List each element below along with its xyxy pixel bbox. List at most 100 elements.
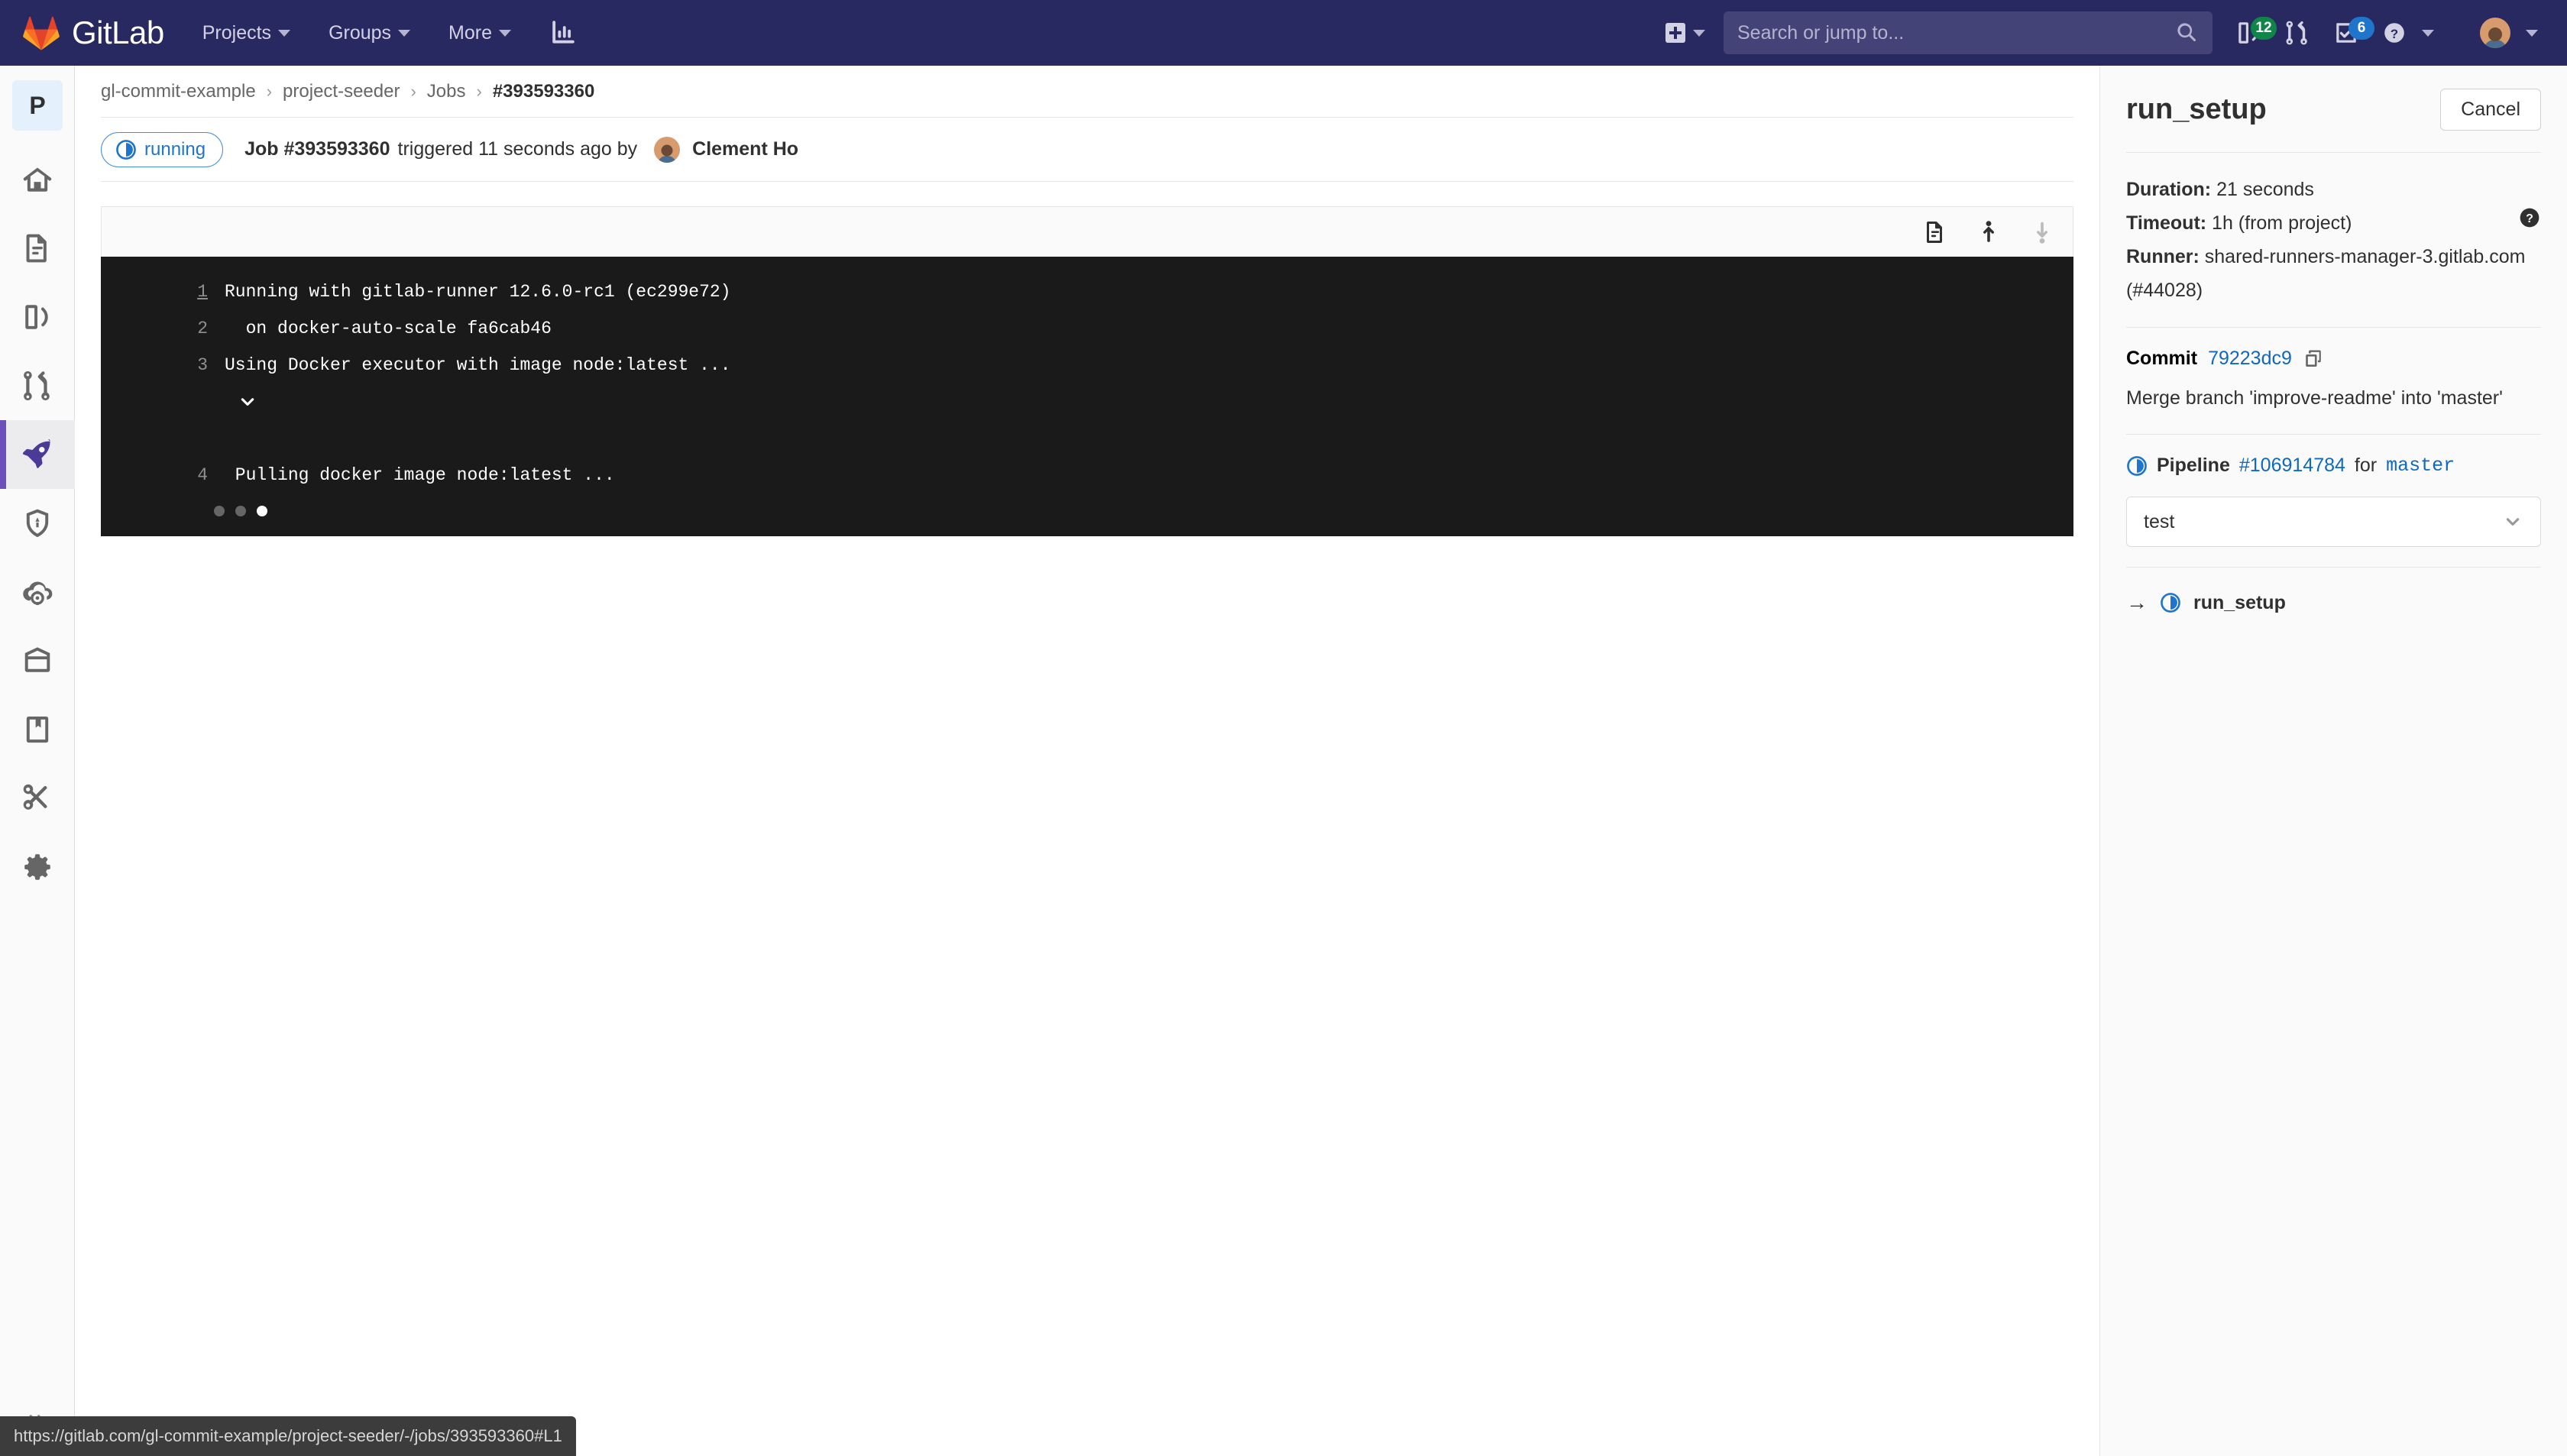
job-log-toolbar [101, 206, 2073, 257]
chevron-down-icon [398, 29, 411, 37]
copy-commit-sha-button[interactable] [2303, 348, 2324, 370]
issues-icon [25, 305, 48, 329]
job-triggered-text: triggered 11 seconds ago by [397, 138, 638, 160]
pipeline-ref-link[interactable]: master [2386, 455, 2455, 477]
breadcrumb-separator: › [266, 81, 273, 101]
timeout-help-button[interactable]: ? [2518, 206, 2541, 240]
log-line: 2 on docker-auto-scale fa6cab46 [101, 310, 2073, 347]
status-badge[interactable]: running [101, 131, 224, 167]
scroll-to-bottom-button[interactable] [2030, 220, 2054, 244]
pipeline-for-text: for [2354, 455, 2378, 476]
gitlab-logo-icon[interactable] [23, 15, 60, 50]
question-circle-icon: ? [2384, 23, 2404, 43]
commit-label: Commit [2126, 348, 2198, 369]
breadcrumb-project[interactable]: project-seeder [283, 81, 400, 102]
merge-request-icon [24, 371, 50, 400]
log-line-number[interactable]: 4 [173, 457, 208, 493]
duration-row: Duration: 21 seconds [2126, 173, 2541, 206]
runner-row: Runner: shared-runners-manager-3.gitlab.… [2126, 240, 2541, 307]
issues-button[interactable]: 12 [2235, 0, 2277, 66]
log-line-text: Pulling docker image node:latest ... [225, 465, 615, 485]
sidebar-item-settings[interactable] [0, 833, 75, 901]
job-sidebar: run_setup Cancel Duration: 21 seconds Ti… [2099, 66, 2567, 1456]
log-loading-indicator [101, 506, 2073, 516]
rocket-icon [22, 439, 50, 468]
log-line-number[interactable]: 3 [173, 347, 208, 383]
help-button[interactable]: ? [2382, 0, 2434, 66]
nav-more-label: More [448, 21, 493, 44]
commit-sha-link[interactable]: 79223dc9 [2208, 348, 2292, 370]
breadcrumb: gl-commit-example › project-seeder › Job… [101, 66, 2073, 118]
document-icon [1927, 221, 1942, 243]
question-circle-filled-icon: ? [2520, 208, 2539, 228]
scroll-to-top-button[interactable] [1976, 220, 2001, 244]
search-input[interactable] [1737, 21, 2176, 44]
sidebar-item-wiki[interactable] [0, 695, 75, 764]
log-line-text: on docker-auto-scale fa6cab46 [225, 319, 552, 338]
sidebar-item-project-overview[interactable] [0, 145, 75, 214]
merge-request-icon [2286, 21, 2307, 45]
log-line-number[interactable]: 1 [173, 273, 208, 310]
nav-projects[interactable]: Projects [202, 0, 291, 66]
pipeline-row: Pipeline #106914784 for master [2126, 455, 2541, 477]
main-content: gl-commit-example › project-seeder › Job… [75, 66, 2099, 1456]
chevron-down-icon [241, 398, 254, 406]
arrow-up-icon [1983, 220, 1994, 242]
stage-job-item-run-setup[interactable]: → run_setup [2126, 568, 2541, 638]
sidebar-item-operations[interactable] [0, 558, 75, 626]
commit-section: Commit 79223dc9 Merge branch 'improve-re… [2126, 328, 2541, 435]
new-item-button[interactable] [1665, 23, 1705, 43]
nav-groups[interactable]: Groups [329, 0, 411, 66]
job-log: 1 Running with gitlab-runner 12.6.0-rc1 … [101, 206, 2073, 536]
project-initial: P [12, 80, 63, 131]
stage-job-name: run_setup [2193, 591, 2286, 613]
sidebar-item-repository[interactable] [0, 214, 75, 283]
sidebar-item-security[interactable] [0, 489, 75, 558]
chevron-down-icon [2422, 29, 2434, 37]
sidebar-project-avatar[interactable]: P [0, 66, 75, 145]
running-icon [116, 139, 136, 160]
sidebar-item-ci-cd[interactable] [0, 420, 75, 489]
job-id-label: Job #393593360 [244, 138, 390, 160]
timeout-value: 1h (from project) [2212, 212, 2352, 234]
pipeline-id-link[interactable]: #106914784 [2239, 455, 2345, 477]
job-name-title: run_setup [2126, 93, 2267, 125]
chevron-down-icon [499, 29, 512, 37]
sidebar-item-issues[interactable] [0, 283, 75, 351]
log-line: 3 Using Docker executor with image node:… [101, 347, 2073, 457]
job-log-terminal: 1 Running with gitlab-runner 12.6.0-rc1 … [101, 257, 2073, 536]
stage-select-value: test [2144, 510, 2175, 532]
search-box[interactable] [1724, 11, 2213, 54]
todos-button[interactable]: 6 [2333, 0, 2374, 66]
book-icon [26, 716, 49, 743]
nav-more[interactable]: More [448, 0, 512, 66]
job-details-section: Duration: 21 seconds Timeout: 1h (from p… [2126, 153, 2541, 328]
issues-count-badge: 12 [2251, 17, 2277, 40]
stage-select[interactable]: test [2126, 497, 2541, 547]
job-sidebar-header: run_setup Cancel [2126, 66, 2541, 153]
shield-icon [26, 509, 49, 538]
merge-requests-button[interactable] [2284, 0, 2310, 66]
job-user-link[interactable]: Clement Ho [692, 138, 798, 160]
log-line-number[interactable]: 2 [173, 310, 208, 347]
log-line: 4 Pulling docker image node:latest ... [101, 457, 2073, 493]
breadcrumb-group[interactable]: gl-commit-example [101, 81, 256, 102]
breadcrumb-jobs[interactable]: Jobs [427, 81, 466, 102]
breadcrumb-separator: › [410, 81, 416, 101]
pipeline-section: Pipeline #106914784 for master test [2126, 435, 2541, 568]
sidebar-item-packages[interactable] [0, 626, 75, 695]
cancel-button[interactable]: Cancel [2440, 89, 2541, 131]
sidebar-item-merge-requests[interactable] [0, 351, 75, 420]
user-menu-button[interactable] [2457, 0, 2538, 66]
job-meta: Job #393593360 triggered 11 seconds ago … [244, 136, 798, 163]
project-sidebar: P [0, 66, 75, 1456]
raw-log-button[interactable] [1923, 220, 1947, 244]
gitlab-wordmark[interactable]: GitLab [72, 17, 164, 49]
nav-analytics-button[interactable] [549, 20, 575, 46]
log-section-toggle[interactable] [131, 347, 254, 457]
avatar [654, 136, 681, 163]
chevron-down-icon [2526, 29, 2538, 37]
duration-value: 21 seconds [2216, 179, 2314, 200]
sidebar-item-snippets[interactable] [0, 764, 75, 833]
chevron-down-icon [2506, 518, 2520, 526]
